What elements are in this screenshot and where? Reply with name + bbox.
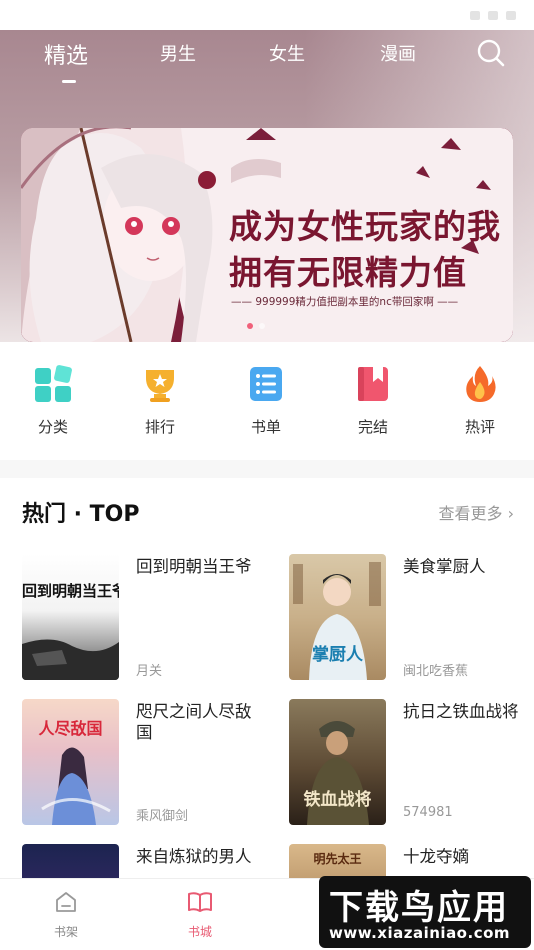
book-author: 闽北吃香蕉 [403, 664, 469, 679]
book-cover: 掌厨人 [289, 554, 386, 680]
quick-link-ranking[interactable]: 排行 [125, 364, 195, 437]
quick-link-label: 分类 [37, 418, 68, 436]
nav-label: 书城 [187, 925, 212, 939]
watermark-title: 下载鸟应用 [329, 888, 509, 928]
open-book-icon [188, 892, 212, 912]
trophy-icon [146, 370, 174, 402]
book-title: 回到明朝当王爷 [136, 557, 252, 576]
book-title: 抗日之铁血战将 [403, 702, 519, 721]
quick-link-completed[interactable]: 完结 [338, 364, 408, 437]
tab-indicator [62, 80, 76, 83]
cover-title: 铁血战将 [303, 790, 372, 810]
hot-top-section: 热门 · TOP 查看更多 › 回到明朝当王爷 回到明朝当王爷 月关 掌厨人 美… [0, 478, 534, 950]
book-title: 美食掌厨人 [403, 557, 486, 576]
pagination-dot [259, 323, 265, 329]
book-card[interactable]: 回到明朝当王爷 回到明朝当王爷 月关 [22, 554, 262, 682]
quick-link-hot-reviews[interactable]: 热评 [445, 364, 515, 437]
book-cover: 人尽敌国 [22, 699, 119, 825]
tab-comic[interactable]: 漫画 [380, 40, 416, 66]
cover-title: 回到明朝当王爷 [22, 582, 119, 600]
banner-subtitle: —— 999999精力值把副本里的nc带回家啊 —— [231, 296, 459, 308]
battery-icon [506, 10, 516, 20]
book-cover: 回到明朝当王爷 [22, 554, 119, 680]
book-title: 十龙夺嫡 [403, 847, 469, 866]
chevron-right-icon: › [507, 504, 514, 523]
grid-icon [35, 365, 72, 402]
book-cover: 铁血战将 [289, 699, 386, 825]
nav-bookshelf[interactable]: 书架 [36, 889, 96, 940]
top-tab-bar: 精选 男生 女生 漫画 [0, 36, 534, 86]
book-author: 574981 [403, 805, 453, 820]
bookshelf-icon [56, 892, 76, 912]
quick-link-label: 书单 [250, 418, 281, 436]
tab-featured[interactable]: 精选 [44, 38, 88, 70]
banner-title-line2: 拥有无限精力值 [229, 253, 467, 292]
banner-pagination [247, 323, 265, 329]
book-title: 咫尺之间人尽敌国 [136, 702, 252, 742]
banner-title-line1: 成为女性玩家的我 [229, 207, 501, 246]
promo-banner[interactable]: 成为女性玩家的我 拥有无限精力值 —— 999999精力值把副本里的nc带回家啊… [21, 128, 513, 342]
search-icon [477, 39, 505, 67]
nav-label: 书架 [53, 925, 78, 939]
watermark-logo: 下载鸟应用 www.xiazainiao.com [319, 876, 531, 948]
view-more-link[interactable]: 查看更多 › [438, 500, 514, 524]
flame-icon [466, 366, 496, 402]
quick-link-category[interactable]: 分类 [18, 364, 88, 437]
search-button[interactable] [476, 38, 506, 68]
wifi-icon [488, 10, 498, 20]
quick-link-label: 完结 [357, 418, 388, 436]
bookmark-icon [358, 367, 388, 401]
cover-title: 掌厨人 [312, 645, 363, 665]
signal-icon [470, 10, 480, 20]
cover-title: 人尽敌国 [38, 719, 103, 738]
cover-art [22, 639, 119, 680]
status-bar [0, 0, 534, 30]
nav-bookstore[interactable]: 书城 [170, 889, 230, 940]
watermark-url: www.xiazainiao.com [329, 924, 511, 942]
book-title: 来自炼狱的男人 [136, 847, 252, 866]
quick-link-label: 排行 [144, 418, 175, 436]
book-card[interactable]: 人尽敌国 咫尺之间人尽敌国 乘风御剑 [22, 699, 262, 827]
pagination-dot-active [247, 323, 253, 329]
book-card[interactable]: 铁血战将 抗日之铁血战将 574981 [289, 699, 529, 827]
quick-link-label: 热评 [464, 418, 495, 436]
view-more-label: 查看更多 [438, 504, 503, 523]
quick-links: 分类 排行 书单 完结 热评 [0, 342, 534, 460]
section-title: 热门 · TOP [22, 502, 140, 527]
list-icon [250, 367, 282, 401]
book-author: 月关 [136, 664, 163, 679]
book-author: 乘风御剑 [136, 809, 189, 824]
tab-male[interactable]: 男生 [160, 40, 196, 66]
cover-title: 明先太王 [313, 852, 362, 866]
book-card[interactable]: 掌厨人 美食掌厨人 闽北吃香蕉 [289, 554, 529, 682]
tab-female[interactable]: 女生 [269, 40, 305, 66]
quick-link-booklist[interactable]: 书单 [231, 364, 301, 437]
